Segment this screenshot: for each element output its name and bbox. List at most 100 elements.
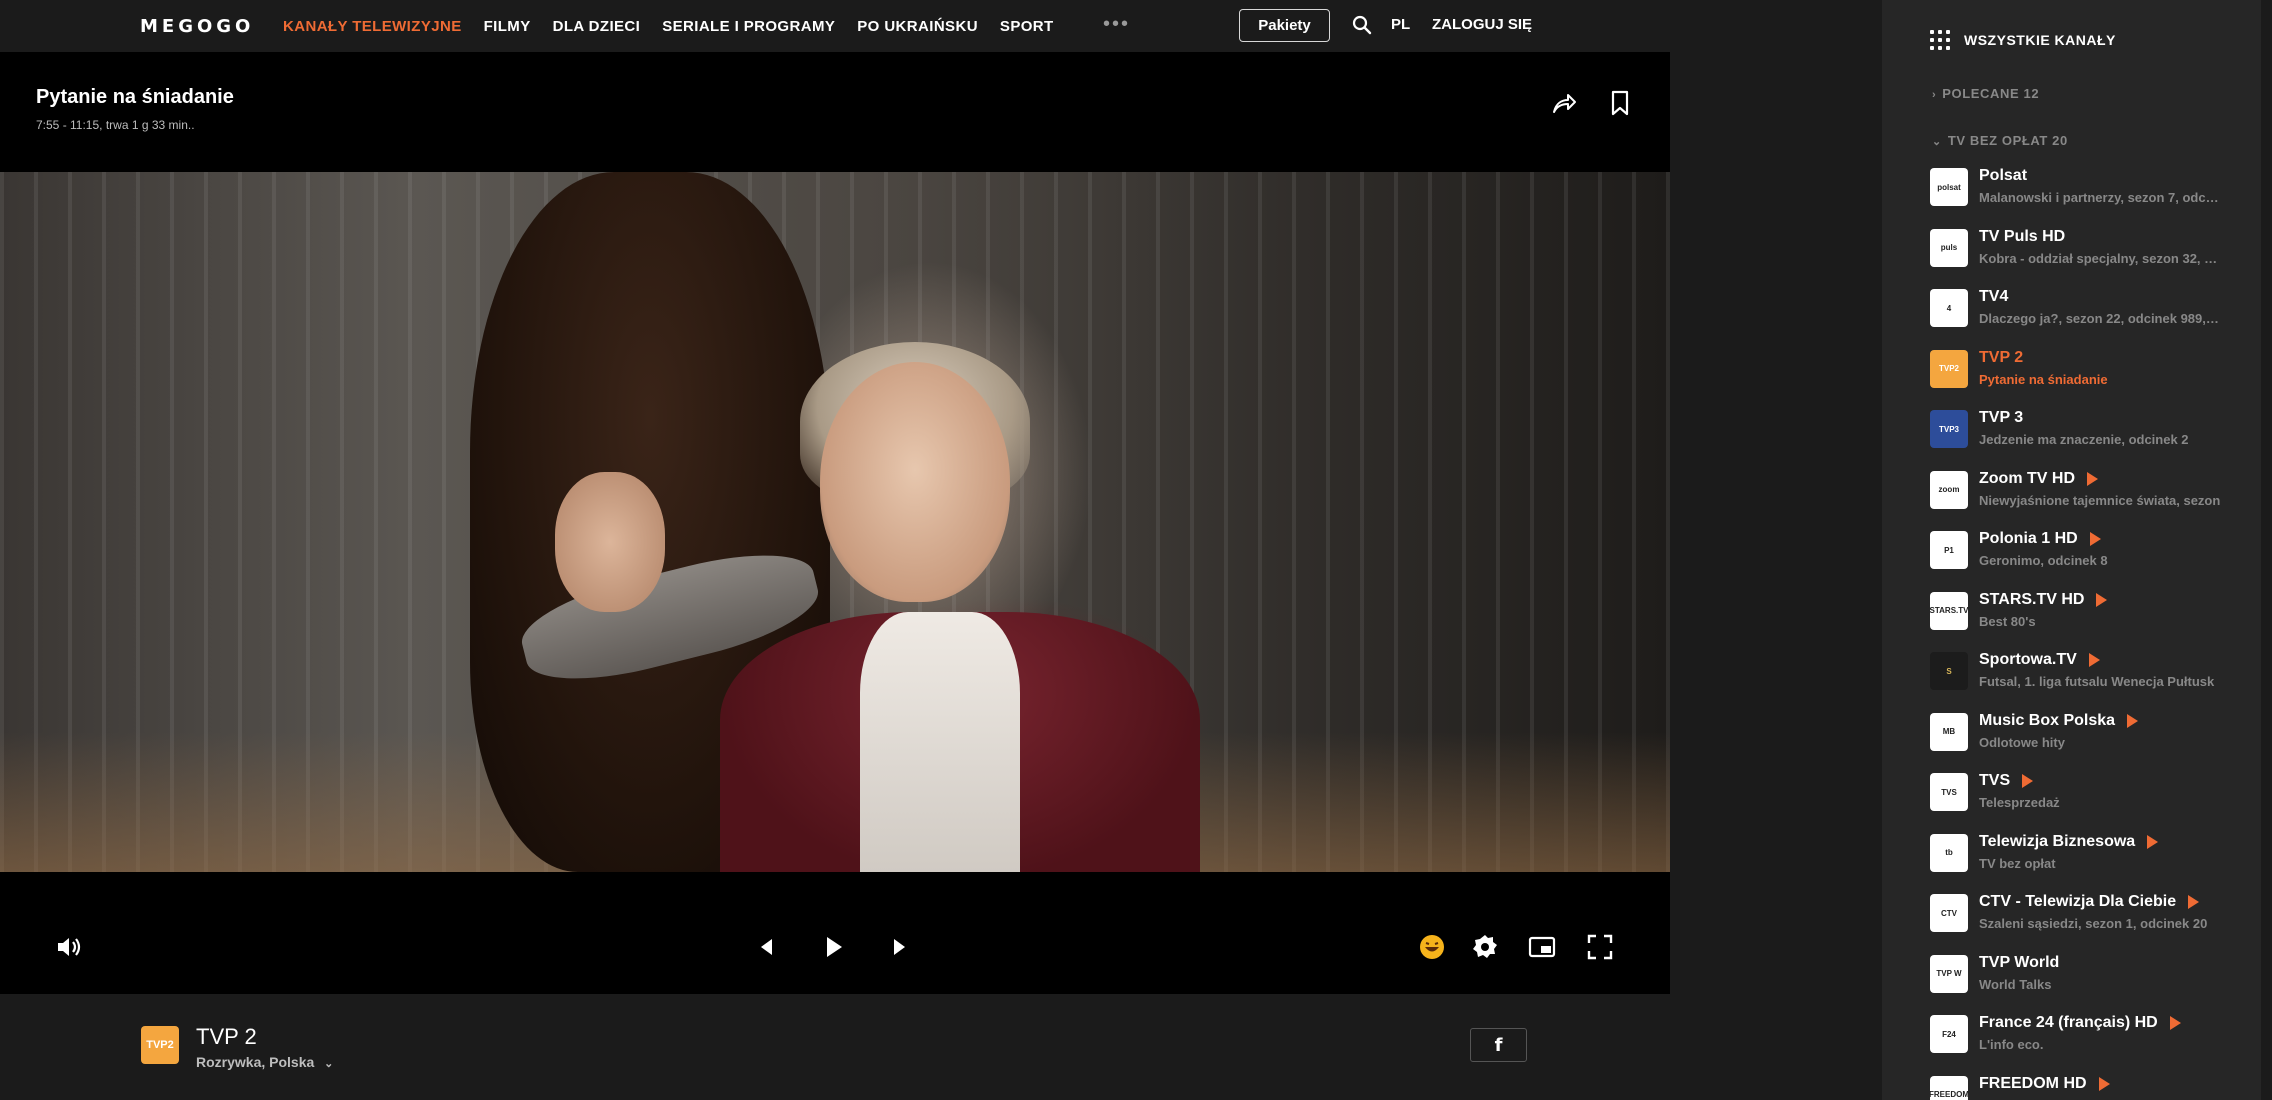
channel-name: TVP 2: [1979, 348, 2024, 366]
live-play-icon: [2089, 532, 2101, 546]
megogo-logo[interactable]: MEGOGO: [140, 16, 254, 37]
reactions-emoji-icon[interactable]: [1417, 932, 1447, 962]
channel-row[interactable]: tb Telewizja Biznesowa TV bez opłat: [1930, 826, 2250, 887]
live-play-icon: [2188, 895, 2200, 909]
program-time: 7:55 - 11:15, trwa 1 g 33 min..: [36, 118, 195, 132]
program-title: Pytanie na śniadanie: [36, 86, 234, 108]
channel-row[interactable]: MB Music Box Polska Odlotowe hity: [1930, 705, 2250, 766]
channel-name: Polsat: [1979, 167, 2028, 184]
channel-logo-icon: CTV: [1930, 894, 1968, 932]
channel-program: World Talks: [1979, 976, 2052, 992]
channel-row[interactable]: 4 TV4 Dlaczego ja?, sezon 22, odcinek 989,…: [1930, 281, 2250, 342]
video-player[interactable]: Pytanie na śniadanie 7:55 - 11:15, trwa …: [0, 52, 1670, 994]
nav-sport[interactable]: SPORT: [1000, 18, 1054, 35]
main-nav: KANAŁY TELEWIZYJNE FILMY DLA DZIECI SERI…: [283, 0, 1076, 52]
bookmark-icon[interactable]: [1609, 90, 1631, 116]
channel-logo-icon: polsat: [1930, 168, 1968, 206]
person-face: [820, 362, 1010, 602]
channel-row[interactable]: S Sportowa.TV Futsal, 1. liga futsalu Wene…: [1930, 644, 2250, 705]
channel-logo-icon: F24: [1930, 1015, 1968, 1053]
nav-movies[interactable]: FILMY: [484, 18, 531, 35]
channel-name: Sportowa.TV: [1979, 651, 2100, 669]
live-play-icon: [2087, 471, 2098, 486]
channel-name: TV4: [1979, 288, 2009, 305]
channel-program: Futsal, 1. liga futsalu Wenecja Pułtusk: [1979, 674, 2215, 689]
channel-row[interactable]: TVP W TVP World World Talks: [1930, 947, 2250, 1008]
channel-row[interactable]: TVP3 TVP 3 Jedzenie ma znaczenie, odcinek …: [1930, 402, 2250, 463]
channel-name: France 24 (français) HD: [1979, 1014, 2181, 1032]
channel-logo-icon: P1: [1930, 531, 1968, 569]
channel-program: TV bez opłat: [1979, 855, 2056, 871]
channel-name: Zoom TV HD: [1979, 470, 2098, 488]
channel-row[interactable]: TVS TVS Telesprzedaż: [1930, 765, 2250, 826]
channel-name: Music Box Polska: [1979, 712, 2139, 730]
section-recommended[interactable]: › POLECANE 12: [1932, 86, 2039, 101]
live-play-icon: [2088, 653, 2100, 667]
channel-row[interactable]: FREEDOM FREEDOM HD: [1930, 1068, 2250, 1100]
picture-in-picture-icon[interactable]: [1527, 932, 1557, 962]
channel-name: Telewizja Biznesowa: [1979, 833, 2159, 851]
channel-list: polsat Polsat Malanowski i partnerzy, sezo…: [1930, 160, 2250, 1100]
all-channels-button[interactable]: WSZYSTKIE KANAŁY: [1930, 30, 2116, 50]
section-free-tv-label: TV BEZ OPŁAT 20: [1947, 133, 2068, 148]
channel-program: Dlaczego ja?, sezon 22, odcinek 989, odc…: [1979, 311, 2221, 326]
live-play-icon: [2096, 592, 2108, 607]
facebook-share-button[interactable]: f: [1470, 1028, 1527, 1062]
channel-logo-icon: FREEDOM: [1930, 1075, 1968, 1100]
play-icon[interactable]: [818, 932, 848, 962]
nav-series[interactable]: SERIALE I PROGRAMY: [662, 18, 835, 35]
channel-category-dropdown[interactable]: Rozrywka, Polska ⌄: [196, 1054, 333, 1070]
channel-name: TVP 3: [1979, 409, 2024, 426]
channel-name: FREEDOM HD: [1979, 1075, 2110, 1093]
page-scrollbar[interactable]: [2263, 0, 2272, 1100]
channel-program: Geronimo, odcinek 8: [1979, 553, 2108, 568]
nav-tv-channels[interactable]: KANAŁY TELEWIZYJNE: [283, 18, 462, 35]
current-channel-name: TVP 2: [196, 1024, 257, 1049]
channel-logo-icon: MB: [1930, 712, 1968, 751]
next-icon[interactable]: [884, 932, 914, 962]
channel-name: TV Puls HD: [1979, 227, 2066, 245]
channel-logo-icon: TVP3: [1930, 410, 1968, 448]
channel-name: CTV - Telewizja Dla Ciebie: [1979, 893, 2200, 911]
channel-row[interactable]: F24 France 24 (français) HD L'info eco.: [1930, 1007, 2250, 1068]
share-icon[interactable]: [1551, 90, 1577, 116]
current-channel-logo: TVP2: [141, 1026, 179, 1064]
live-play-icon: [2022, 774, 2034, 788]
login-link[interactable]: ZALOGUJ SIĘ: [1432, 16, 1532, 33]
channel-row[interactable]: P1 Polonia 1 HD Geronimo, odcinek 8: [1930, 523, 2250, 584]
nav-kids[interactable]: DLA DZIECI: [553, 18, 641, 35]
live-play-icon: [2098, 1076, 2110, 1091]
settings-gear-icon[interactable]: [1470, 932, 1500, 962]
channel-row[interactable]: puls TV Puls HD Kobra - oddział specjalny,…: [1930, 221, 2250, 282]
channel-program: Pytanie na śniadanie: [1979, 371, 2108, 387]
channel-program: Niewyjaśnione tajemnice świata, sezon: [1979, 492, 2221, 508]
search-icon[interactable]: [1352, 15, 1372, 35]
channel-row[interactable]: polsat Polsat Malanowski i partnerzy, sezo…: [1930, 160, 2250, 221]
packages-button[interactable]: Pakiety: [1239, 9, 1330, 42]
channel-program: L'info eco.: [1979, 1037, 2044, 1052]
nav-ukrainian[interactable]: PO UKRAIŃSKU: [857, 18, 978, 35]
more-menu-icon[interactable]: •••: [1103, 13, 1130, 36]
grid-icon: [1930, 30, 1950, 50]
channel-program: Malanowski i partnerzy, sezon 7, odcinek: [1979, 190, 2221, 205]
channel-logo-icon: zoom: [1930, 470, 1968, 509]
channel-name: STARS.TV HD: [1979, 591, 2108, 609]
language-switch[interactable]: PL: [1391, 16, 1410, 33]
previous-icon[interactable]: [752, 932, 782, 962]
channel-program: Telesprzedaż: [1979, 795, 2060, 810]
channel-row[interactable]: STARS.TV STARS.TV HD Best 80's: [1930, 584, 2250, 645]
all-channels-label: WSZYSTKIE KANAŁY: [1964, 32, 2116, 48]
section-free-tv[interactable]: ⌄ TV BEZ OPŁAT 20: [1932, 133, 2068, 148]
channel-row[interactable]: CTV CTV - Telewizja Dla Ciebie Szaleni sąs…: [1930, 886, 2250, 947]
chevron-down-icon: ⌄: [324, 1058, 334, 1070]
channel-row[interactable]: TVP2 TVP 2 Pytanie na śniadanie: [1930, 342, 2250, 403]
channel-row[interactable]: zoom Zoom TV HD Niewyjaśnione tajemnice św…: [1930, 463, 2250, 524]
channel-sidebar: WSZYSTKIE KANAŁY › POLECANE 12 ⌄ TV BEZ OP…: [1882, 0, 2261, 1100]
fullscreen-icon[interactable]: [1585, 932, 1615, 962]
channel-program: Odlotowe hity: [1979, 734, 2065, 750]
player-controls: [0, 932, 1670, 984]
live-play-icon: [2147, 834, 2159, 849]
channel-program: Szaleni sąsiedzi, sezon 1, odcinek 20: [1979, 916, 2208, 931]
volume-icon[interactable]: [54, 932, 84, 962]
video-frame: [0, 172, 1670, 872]
